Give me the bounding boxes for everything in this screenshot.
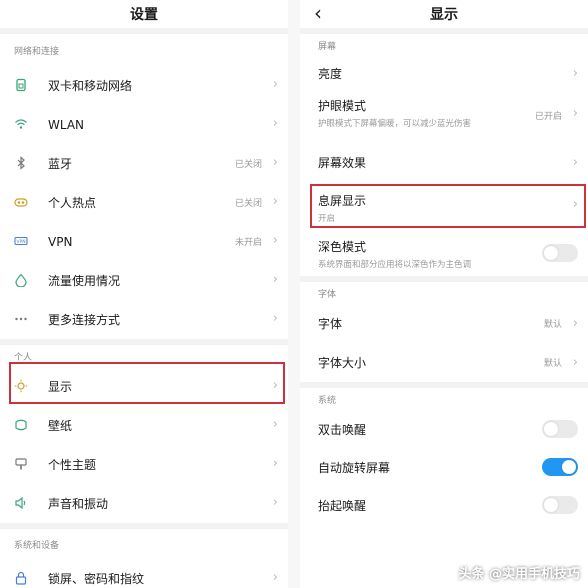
- row-label: 双卡和移动网络: [48, 79, 133, 93]
- chevron-right-icon: ›: [272, 233, 278, 248]
- setting-dark-mode[interactable]: 深色模式 系统界面和部分应用将以深色作为主色调: [300, 230, 588, 276]
- sidebar-item-hotspot[interactable]: 个人热点 已关闭 ›: [0, 183, 288, 222]
- sidebar-item-sound[interactable]: 声音和振动 ›: [0, 484, 288, 523]
- panel-divider: [288, 0, 300, 588]
- chevron-right-icon: ›: [572, 106, 578, 121]
- toggle-knob: [562, 460, 576, 474]
- wifi-icon: [14, 117, 28, 131]
- section-header: 网络和连接: [14, 46, 60, 57]
- setting-double-tap-wake[interactable]: 双击唤醒: [300, 410, 588, 448]
- section-header: 屏幕: [318, 41, 337, 52]
- back-arrow-icon[interactable]: ‹: [314, 2, 322, 24]
- row-label: 屏幕效果: [318, 155, 367, 170]
- data-usage-icon: [14, 273, 28, 287]
- row-label: 字体大小: [318, 355, 367, 370]
- hotspot-icon: [14, 195, 28, 209]
- row-label: 壁纸: [48, 419, 73, 433]
- wallpaper-icon: [14, 418, 28, 432]
- section-header: 系统: [318, 395, 337, 406]
- toggle-knob: [544, 246, 558, 260]
- row-label: 锁屏、密码和指纹: [48, 572, 145, 586]
- setting-eye-protection[interactable]: 护眼模式 护眼模式下屏幕偏暖，可以减少蓝光伤害 已开启 ›: [300, 90, 588, 142]
- watermark-text: 头条 @实用手机技巧: [458, 567, 580, 582]
- sidebar-item-vpn[interactable]: VPN VPN 未开启 ›: [0, 222, 288, 261]
- section-header: 系统和设备: [14, 540, 60, 551]
- sidebar-item-theme[interactable]: 个性主题 ›: [0, 445, 288, 484]
- more-connections-icon: [14, 312, 28, 326]
- chevron-right-icon: ›: [572, 154, 578, 170]
- row-label: 双击唤醒: [318, 422, 367, 437]
- row-label: 蓝牙: [48, 157, 73, 171]
- dark-mode-toggle[interactable]: [542, 244, 578, 262]
- raise-to-wake-toggle[interactable]: [542, 496, 578, 514]
- settings-topbar: 设置: [0, 0, 288, 28]
- chevron-right-icon: ›: [272, 495, 278, 510]
- row-label: 个性主题: [48, 458, 97, 472]
- section-header: 字体: [318, 289, 337, 300]
- display-highlight-box: [9, 362, 285, 404]
- row-label: 个人热点: [48, 196, 97, 210]
- chevron-right-icon: ›: [572, 65, 578, 81]
- screenshot-composite: 设置 网络和连接 双卡和移动网络 › WLAN › 蓝牙 已关闭 › 个人热点 …: [0, 0, 588, 588]
- setting-font-size[interactable]: 字体大小 默认 ›: [300, 342, 588, 382]
- chevron-right-icon: ›: [272, 194, 278, 209]
- row-label: 自动旋转屏幕: [318, 460, 391, 475]
- status-value: 已开启: [534, 112, 562, 122]
- row-label: WLAN: [48, 117, 85, 132]
- chevron-right-icon: ›: [272, 116, 278, 131]
- row-label: VPN: [48, 234, 73, 249]
- setting-raise-to-wake[interactable]: 抬起唤醒: [300, 486, 588, 524]
- sidebar-item-wlan[interactable]: WLAN ›: [0, 105, 288, 144]
- sidebar-item-dual-sim[interactable]: 双卡和移动网络 ›: [0, 66, 288, 105]
- auto-rotate-toggle[interactable]: [542, 458, 578, 476]
- double-tap-wake-toggle[interactable]: [542, 420, 578, 438]
- display-screen: ‹ 显示 屏幕 亮度 › 护眼模式 护眼模式下屏幕偏暖，可以减少蓝光伤害 已开启…: [300, 0, 588, 588]
- row-label: 字体: [318, 316, 343, 331]
- row-label: 更多连接方式: [48, 313, 121, 327]
- page-title: 显示: [430, 7, 458, 23]
- sidebar-item-more-connections[interactable]: 更多连接方式 ›: [0, 300, 288, 339]
- page-title: 设置: [130, 7, 158, 23]
- chevron-right-icon: ›: [572, 315, 578, 331]
- setting-auto-rotate[interactable]: 自动旋转屏幕: [300, 448, 588, 486]
- sidebar-item-bluetooth[interactable]: 蓝牙 已关闭 ›: [0, 144, 288, 183]
- status-value: 默认: [543, 319, 562, 330]
- chevron-right-icon: ›: [572, 354, 578, 370]
- setting-screen-effect[interactable]: 屏幕效果 ›: [300, 142, 588, 182]
- chevron-right-icon: ›: [272, 570, 278, 585]
- settings-screen: 设置 网络和连接 双卡和移动网络 › WLAN › 蓝牙 已关闭 › 个人热点 …: [0, 0, 288, 588]
- row-label: 声音和振动: [48, 497, 109, 511]
- status-value: 未开启: [234, 238, 262, 248]
- toggle-knob: [544, 422, 558, 436]
- lock-icon: [14, 571, 28, 585]
- status-value: 已关闭: [234, 160, 262, 170]
- toggle-knob: [544, 498, 558, 512]
- always-on-display-highlight-box: [310, 184, 586, 228]
- svg-text:VPN: VPN: [16, 239, 25, 245]
- setting-font[interactable]: 字体 默认 ›: [300, 304, 588, 342]
- sim-card-icon: [14, 78, 28, 92]
- row-label: 流量使用情况: [48, 274, 121, 288]
- sidebar-item-wallpaper[interactable]: 壁纸 ›: [0, 406, 288, 445]
- status-value: 默认: [543, 358, 562, 369]
- chevron-right-icon: ›: [272, 272, 278, 287]
- status-value: 已关闭: [234, 199, 262, 209]
- display-topbar: ‹ 显示: [300, 0, 588, 28]
- sidebar-item-data-usage[interactable]: 流量使用情况 ›: [0, 261, 288, 300]
- row-label: 抬起唤醒: [318, 498, 367, 513]
- sidebar-item-lock-screen[interactable]: 锁屏、密码和指纹 ›: [0, 559, 288, 588]
- vpn-icon: VPN: [14, 234, 28, 248]
- chevron-right-icon: ›: [272, 77, 278, 92]
- chevron-right-icon: ›: [272, 155, 278, 170]
- chevron-right-icon: ›: [272, 417, 278, 432]
- bluetooth-icon: [14, 156, 28, 170]
- chevron-right-icon: ›: [272, 311, 278, 326]
- row-label: 亮度: [318, 66, 343, 81]
- setting-brightness[interactable]: 亮度 ›: [300, 56, 588, 90]
- sound-icon: [14, 496, 28, 510]
- chevron-right-icon: ›: [272, 456, 278, 471]
- theme-icon: [14, 457, 28, 471]
